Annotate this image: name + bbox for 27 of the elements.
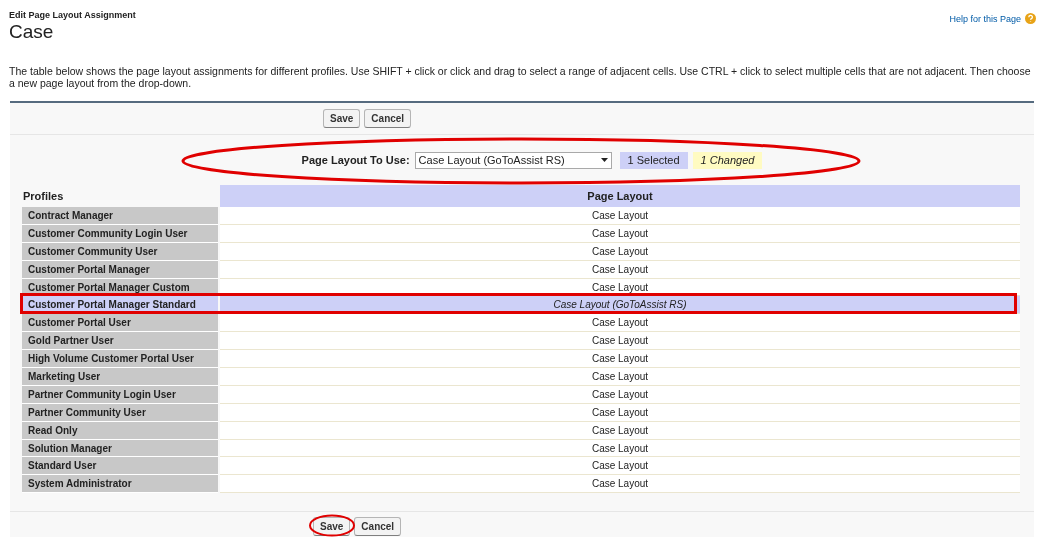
layout-dropdown[interactable]: Case Layout (GoToAssist RS)	[414, 151, 612, 169]
save-button[interactable]: Save	[323, 109, 361, 128]
page-title: Case	[9, 21, 55, 43]
profile-cell[interactable]: High Volume Customer Portal User	[22, 350, 218, 368]
layout-cell[interactable]: Case Layout	[220, 457, 1020, 476]
breadcrumb: Edit Page Layout Assignment	[9, 10, 136, 21]
profile-cell[interactable]: System Administrator	[22, 475, 218, 494]
changed-count-badge: 1 Changed	[692, 151, 763, 169]
profile-cell[interactable]: Gold Partner User	[22, 332, 218, 351]
description-text: The table below shows the page layout assignments for different profiles. Use SHIFT + click or click and drag to select a range of adjacent cells. Use CTRL + click to select multiple cells that are not adjacent. Then choose a new page layout from the drop-down.	[9, 65, 1032, 89]
layout-cell[interactable]: Case Layout	[220, 368, 1020, 386]
profile-cell[interactable]: Customer Portal User	[22, 314, 218, 333]
column-header: Profiles	[22, 188, 65, 204]
selected-count-badge: 1 Selected	[619, 151, 688, 169]
profile-cell[interactable]: Standard User	[22, 457, 218, 476]
layout-cell[interactable]: Case Layout	[220, 207, 1020, 225]
profile-cell[interactable]: Marketing User	[22, 368, 218, 386]
help-link[interactable]: Help for this Page	[949, 13, 1021, 27]
cancel-button[interactable]: Cancel	[364, 109, 412, 128]
profile-cell[interactable]: Contract Manager	[22, 207, 218, 225]
layout-cell[interactable]: Case Layout	[220, 332, 1020, 351]
column-header: Page Layout	[220, 185, 1020, 207]
layout-cell[interactable]: Case Layout	[220, 475, 1020, 494]
layout-cell[interactable]: Case Layout	[220, 350, 1020, 368]
layout-cell[interactable]: Case Layout	[220, 314, 1020, 333]
layout-picker-label: Page Layout To Use:	[301, 152, 410, 168]
cancel-button[interactable]: Cancel	[354, 517, 402, 536]
